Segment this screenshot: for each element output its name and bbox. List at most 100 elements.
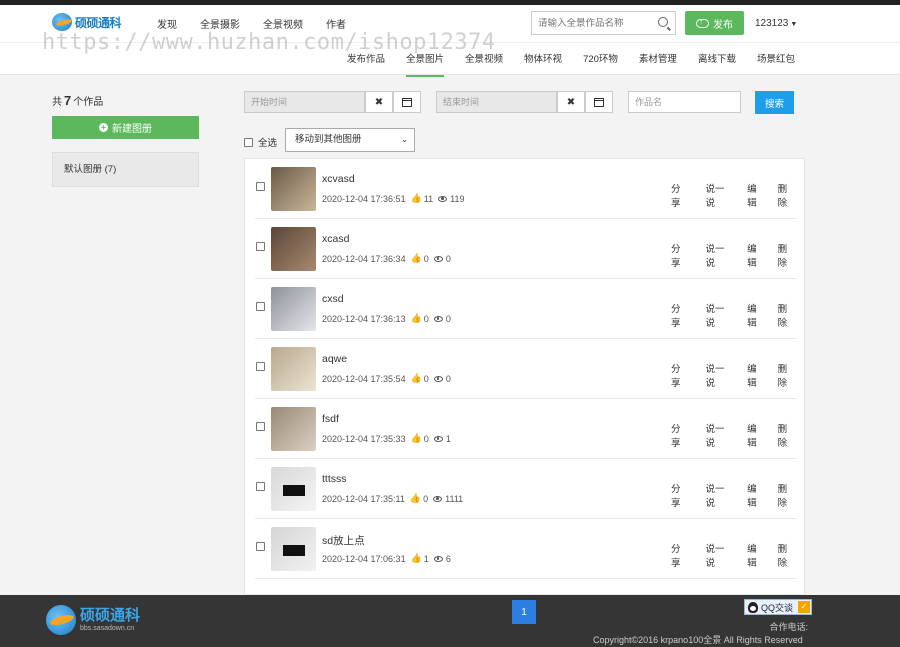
tab-object-view[interactable]: 物体环视 [524,51,562,77]
row-checkbox[interactable] [256,182,265,191]
end-date-calendar-button[interactable] [585,91,613,113]
eye-icon [433,555,443,562]
tab-publish-work[interactable]: 发布作品 [347,51,385,77]
row-checkbox[interactable] [256,482,265,491]
footer-logo[interactable]: 硕硕通科 bbs.sasadown.cn [46,605,140,635]
row-checkbox[interactable] [256,422,265,431]
work-name-input[interactable]: 作品名 [628,91,741,113]
talk-link[interactable]: 说一说 [705,241,733,269]
pagination-page-1[interactable]: 1 [512,600,536,624]
work-thumbnail[interactable] [271,167,316,211]
work-meta: 2020-12-04 17:06:31 👍 1 6 [322,553,451,564]
row-checkbox[interactable] [256,242,265,251]
new-album-label: 新建图册 [112,124,152,135]
count-suffix: 个作品 [73,97,104,108]
album-item-default[interactable]: 默认图册 (7) [52,152,199,187]
user-menu[interactable]: 123123 ▼ [755,18,797,29]
row-actions: 分享 说一说 编辑 删除 [671,541,796,569]
thumbs-up-icon: 👍 [410,253,422,263]
end-date-input[interactable]: 结束时间 [436,91,557,113]
share-link[interactable]: 分享 [671,421,689,449]
eye-icon [433,375,443,382]
work-meta: 2020-12-04 17:35:11 👍 0 1111 [322,493,463,504]
work-title[interactable]: cxsd [322,293,344,305]
row-checkbox[interactable] [256,302,265,311]
edit-link[interactable]: 编辑 [747,421,765,449]
work-title[interactable]: tttsss [322,473,347,485]
row-checkbox[interactable] [256,362,265,371]
site-logo[interactable]: 硕硕通科 [52,13,122,31]
talk-link[interactable]: 说一说 [705,481,733,509]
thumbs-up-icon: 👍 [410,373,422,383]
list-item: tttsss 2020-12-04 17:35:11 👍 0 1111 分享 说一… [255,459,796,519]
search-input[interactable] [532,17,652,29]
move-to-album-select[interactable]: 移动到其他图册 ⌄ [285,128,415,152]
nav-item-discover[interactable]: 发现 [157,16,177,31]
edit-link[interactable]: 编辑 [747,481,765,509]
work-title[interactable]: xcvasd [322,173,355,185]
list-item: fsdf 2020-12-04 17:35:33 👍 0 1 分享 说一说 编辑 … [255,399,796,459]
work-thumbnail[interactable] [271,527,316,571]
delete-link[interactable]: 删除 [778,301,796,329]
start-date-input[interactable]: 开始时间 [244,91,365,113]
row-checkbox[interactable] [256,542,265,551]
delete-link[interactable]: 删除 [778,361,796,389]
talk-link[interactable]: 说一说 [705,301,733,329]
work-thumbnail[interactable] [271,227,316,271]
work-title[interactable]: fsdf [322,413,339,425]
edit-link[interactable]: 编辑 [747,241,765,269]
qq-chat-button[interactable]: QQ交谈 ✓ [744,599,812,615]
select-all-checkbox[interactable] [244,137,253,147]
work-thumbnail[interactable] [271,467,316,511]
work-title[interactable]: aqwe [322,353,347,365]
edit-link[interactable]: 编辑 [747,361,765,389]
like-count: 0 [423,373,429,384]
eye-icon [433,255,443,262]
logo-mark-icon [52,13,72,31]
share-link[interactable]: 分享 [671,181,689,209]
share-link[interactable]: 分享 [671,361,689,389]
tab-panorama-images[interactable]: 全景图片 [406,51,445,77]
publish-button[interactable]: 发布 [685,11,744,35]
delete-link[interactable]: 删除 [778,181,796,209]
work-title[interactable]: xcasd [322,233,349,245]
work-time: 2020-12-04 17:36:51 [322,193,406,204]
share-link[interactable]: 分享 [671,301,689,329]
search-icon[interactable] [658,17,668,27]
delete-link[interactable]: 删除 [778,481,796,509]
logo-text: 硕硕通科 [75,15,122,30]
tab-720-object[interactable]: 720环物 [583,51,618,77]
eye-icon [433,315,443,322]
share-link[interactable]: 分享 [671,481,689,509]
clear-end-date-button[interactable]: ✖ [557,91,585,113]
edit-link[interactable]: 编辑 [747,301,765,329]
talk-link[interactable]: 说一说 [705,361,733,389]
edit-link[interactable]: 编辑 [747,181,765,209]
tab-scene-red-packet[interactable]: 场景红包 [757,51,795,77]
talk-link[interactable]: 说一说 [705,541,733,569]
plus-circle-icon: + [99,123,108,132]
nav-item-authors[interactable]: 作者 [326,16,346,31]
start-date-calendar-button[interactable] [393,91,421,113]
publish-label: 发布 [713,19,733,31]
delete-link[interactable]: 删除 [778,421,796,449]
edit-link[interactable]: 编辑 [747,541,765,569]
nav-item-panorama-photo[interactable]: 全景摄影 [200,16,240,31]
talk-link[interactable]: 说一说 [705,421,733,449]
tab-asset-management[interactable]: 素材管理 [639,51,677,77]
delete-link[interactable]: 删除 [778,541,796,569]
share-link[interactable]: 分享 [671,541,689,569]
new-album-button[interactable]: + 新建图册 [52,116,199,139]
work-thumbnail[interactable] [271,287,316,331]
share-link[interactable]: 分享 [671,241,689,269]
delete-link[interactable]: 删除 [778,241,796,269]
work-thumbnail[interactable] [271,407,316,451]
tab-panorama-video[interactable]: 全景视频 [465,51,503,77]
tab-offline-download[interactable]: 离线下载 [698,51,736,77]
talk-link[interactable]: 说一说 [705,181,733,209]
nav-item-panorama-video[interactable]: 全景视频 [263,16,303,31]
work-title[interactable]: sd放上点 [322,533,365,548]
clear-start-date-button[interactable]: ✖ [365,91,393,113]
work-thumbnail[interactable] [271,347,316,391]
search-button[interactable]: 搜索 [755,91,794,114]
